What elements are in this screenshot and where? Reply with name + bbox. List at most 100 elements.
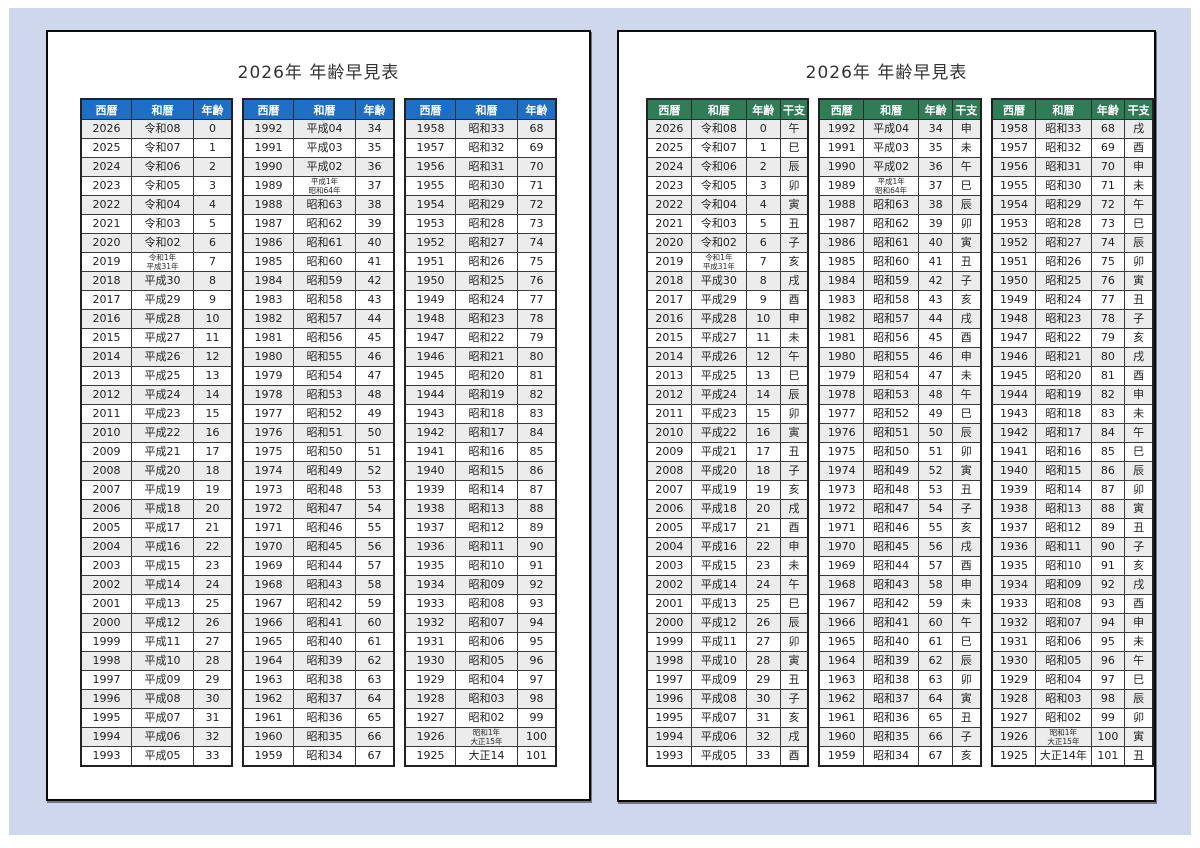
cell-seireki: 1952 <box>992 234 1036 253</box>
table-row: 2020令和026 <box>81 234 232 253</box>
cell-age: 84 <box>518 424 557 443</box>
cell-seireki: 2010 <box>647 424 691 443</box>
cell-wareki: 平成11 <box>132 633 194 652</box>
cell-wareki: 昭和09 <box>456 576 518 595</box>
cell-seireki: 1960 <box>819 728 863 747</box>
cell-seireki: 1996 <box>81 690 132 709</box>
cell-age: 2 <box>194 158 233 177</box>
cell-age: 29 <box>746 671 780 690</box>
cell-seireki: 1995 <box>81 709 132 728</box>
cell-wareki: 平成05 <box>691 747 746 767</box>
cell-wareki: 平成02 <box>864 158 919 177</box>
table-row: 1940昭和1586辰 <box>992 462 1153 481</box>
cell-wareki: 令和06 <box>132 158 194 177</box>
cell-age: 88 <box>1091 500 1125 519</box>
cell-wareki: 令和08 <box>691 120 746 139</box>
cell-eto: 申 <box>780 310 808 329</box>
cell-wareki: 平成02 <box>294 158 356 177</box>
cell-age: 75 <box>1091 253 1125 272</box>
table-row: 1933昭和0893酉 <box>992 595 1153 614</box>
cell-seireki: 2008 <box>647 462 691 481</box>
cell-age: 67 <box>919 747 953 767</box>
cell-wareki: 平成26 <box>132 348 194 367</box>
cell-wareki: 昭和16 <box>456 443 518 462</box>
cell-seireki: 2012 <box>647 386 691 405</box>
table-row: 1927昭和0299卯 <box>992 709 1153 728</box>
table-row: 1984昭和5942子 <box>819 272 980 291</box>
table-row: 1977昭和5249 <box>243 405 394 424</box>
table-row: 2020令和026子 <box>647 234 808 253</box>
cell-age: 83 <box>518 405 557 424</box>
column-header-cell-wareki: 和暦 <box>294 99 356 120</box>
cell-seireki: 1966 <box>819 614 863 633</box>
cell-seireki: 1928 <box>992 690 1036 709</box>
cell-age: 38 <box>356 196 395 215</box>
cell-age: 78 <box>1091 310 1125 329</box>
cell-age: 82 <box>1091 386 1125 405</box>
cell-seireki: 1963 <box>243 671 294 690</box>
cell-age: 66 <box>919 728 953 747</box>
table-row: 2015平成2711 <box>81 329 232 348</box>
cell-wareki: 令和08 <box>132 120 194 139</box>
table-row: 2022令和044 <box>81 196 232 215</box>
cell-wareki: 昭和17 <box>456 424 518 443</box>
table-row: 1936昭和1190子 <box>992 538 1153 557</box>
table-row: 1958昭和3368戌 <box>992 120 1153 139</box>
cell-wareki: 昭和29 <box>1036 196 1091 215</box>
table-row: 1942昭和1784 <box>405 424 556 443</box>
cell-wareki: 昭和26 <box>456 253 518 272</box>
table-row: 1954昭和2972午 <box>992 196 1153 215</box>
table-row: 1945昭和2081酉 <box>992 367 1153 386</box>
cell-seireki: 1975 <box>819 443 863 462</box>
cell-age: 43 <box>356 291 395 310</box>
table-row: 1926昭和1年 大正15年100寅 <box>992 728 1153 747</box>
cell-age: 55 <box>919 519 953 538</box>
cell-seireki: 1935 <box>992 557 1036 576</box>
cell-age: 91 <box>1091 557 1125 576</box>
cell-seireki: 2021 <box>81 215 132 234</box>
column-header-cell-seireki: 西暦 <box>81 99 132 120</box>
table-row: 1946昭和2180 <box>405 348 556 367</box>
cell-wareki: 平成13 <box>691 595 746 614</box>
table-row: 2016平成2810申 <box>647 310 808 329</box>
cell-age: 33 <box>194 747 233 767</box>
cell-wareki: 平成25 <box>132 367 194 386</box>
cell-wareki: 昭和13 <box>456 500 518 519</box>
cell-seireki: 1933 <box>405 595 456 614</box>
cell-age: 8 <box>194 272 233 291</box>
cell-wareki: 昭和17 <box>1036 424 1091 443</box>
table-row: 1972昭和4754子 <box>819 500 980 519</box>
cell-wareki: 昭和28 <box>1036 215 1091 234</box>
table-row: 1955昭和3071未 <box>992 177 1153 196</box>
cell-age: 96 <box>1091 652 1125 671</box>
cell-seireki: 1930 <box>992 652 1036 671</box>
table-row: 2023令和053 <box>81 177 232 196</box>
cell-eto: 辰 <box>780 614 808 633</box>
table-row: 1971昭和4655亥 <box>819 519 980 538</box>
cell-wareki: 平成17 <box>691 519 746 538</box>
cell-age: 30 <box>746 690 780 709</box>
cell-wareki: 平成20 <box>132 462 194 481</box>
cell-seireki: 1954 <box>992 196 1036 215</box>
cell-age: 43 <box>919 291 953 310</box>
cell-age: 27 <box>194 633 233 652</box>
cell-eto: 巳 <box>780 595 808 614</box>
cell-eto: 子 <box>780 462 808 481</box>
cell-wareki: 平成22 <box>691 424 746 443</box>
cell-seireki: 1989 <box>243 177 294 196</box>
cell-eto: 子 <box>952 500 980 519</box>
cell-eto: 酉 <box>780 747 808 767</box>
cell-wareki: 昭和07 <box>1036 614 1091 633</box>
cell-wareki: 昭和18 <box>456 405 518 424</box>
header-row: 西暦和暦年齢 <box>81 99 232 120</box>
cell-seireki: 1957 <box>405 139 456 158</box>
table-row: 1965昭和4061巳 <box>819 633 980 652</box>
cell-wareki: 令和07 <box>691 139 746 158</box>
table-row: 1966昭和4160午 <box>819 614 980 633</box>
cell-seireki: 1934 <box>992 576 1036 595</box>
cell-age: 54 <box>919 500 953 519</box>
cell-age: 80 <box>1091 348 1125 367</box>
cell-age: 57 <box>356 557 395 576</box>
cell-wareki: 昭和44 <box>864 557 919 576</box>
cell-age: 22 <box>194 538 233 557</box>
